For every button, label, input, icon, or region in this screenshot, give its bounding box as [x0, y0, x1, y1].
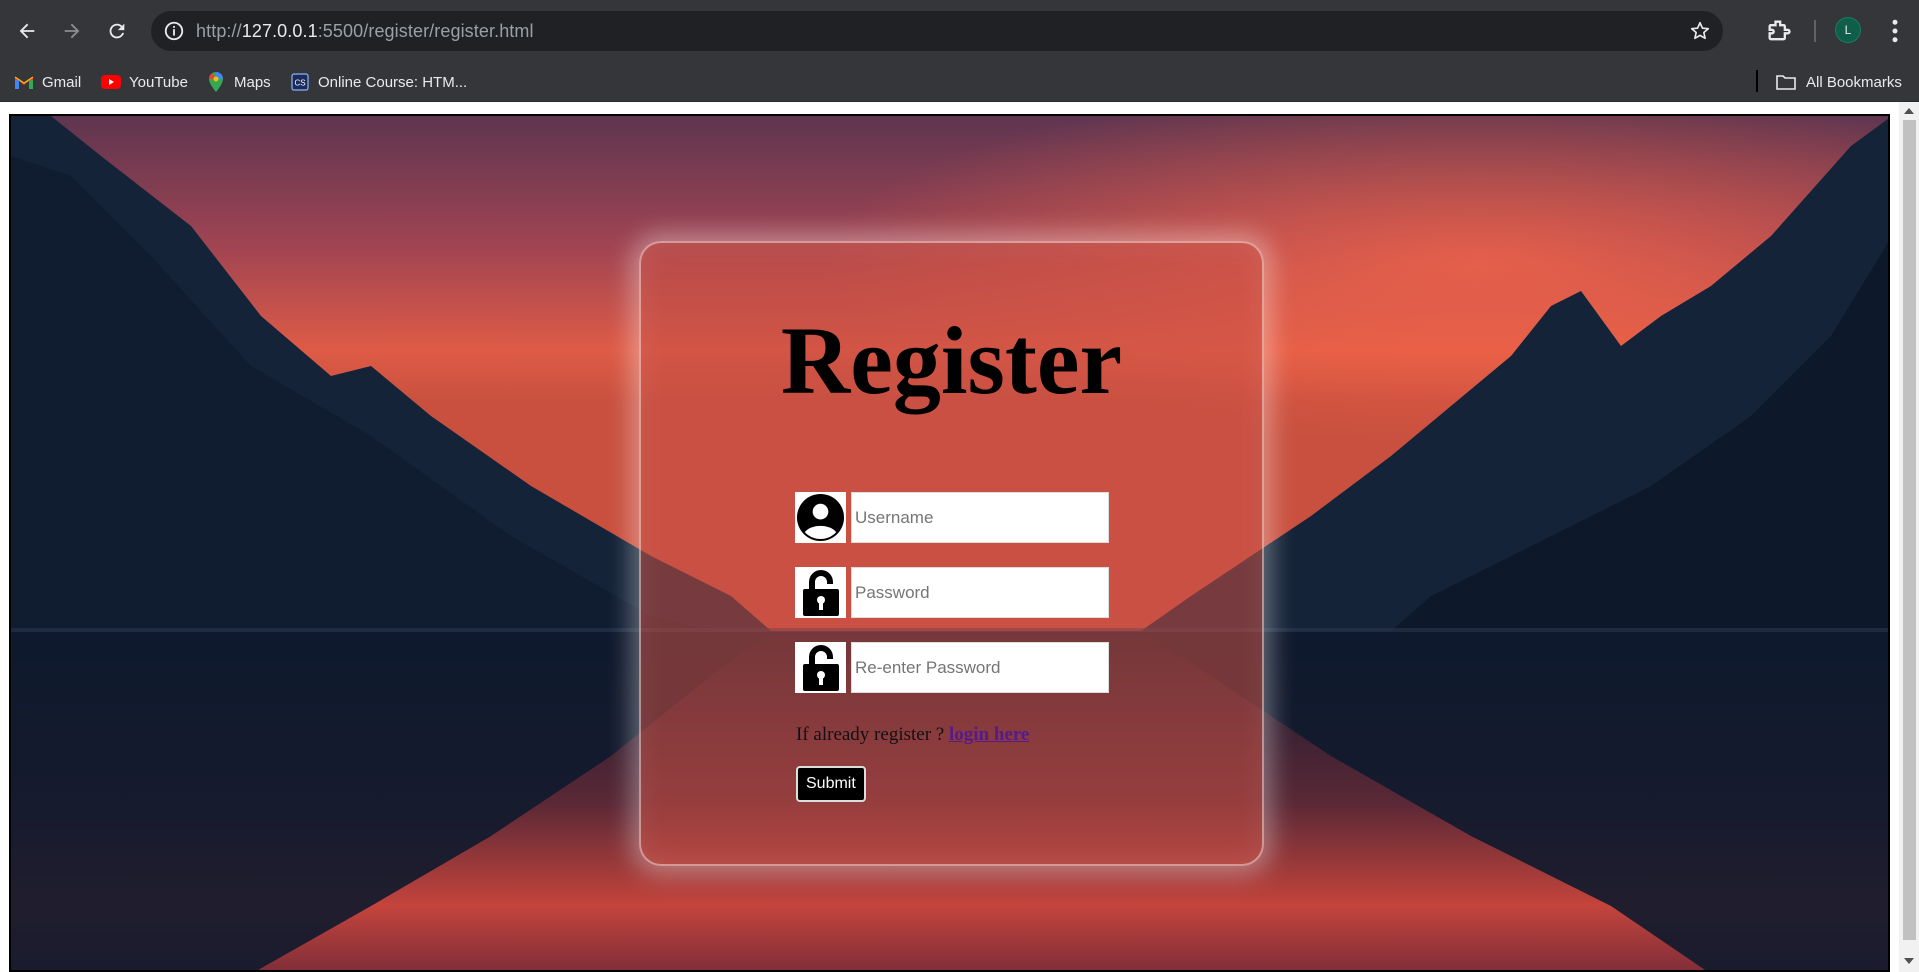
lock-icon: [795, 642, 846, 693]
bookmark-maps[interactable]: Maps: [206, 70, 271, 94]
bookmark-star-icon[interactable]: [1689, 20, 1711, 42]
extensions-icon[interactable]: [1765, 17, 1793, 45]
bookmark-label: Gmail: [42, 73, 82, 91]
browser-toolbar: http://127.0.0.1:5500/register/register.…: [0, 0, 1919, 62]
all-bookmarks-button[interactable]: All Bookmarks: [1776, 70, 1902, 94]
url-text: http://127.0.0.1:5500/register/register.…: [196, 21, 534, 41]
scroll-thumb[interactable]: [1903, 120, 1916, 940]
bookmark-label: Maps: [234, 73, 271, 91]
all-bookmarks-label: All Bookmarks: [1806, 73, 1902, 91]
bookmark-label: Online Course: HTM...: [318, 73, 468, 91]
address-bar[interactable]: http://127.0.0.1:5500/register/register.…: [151, 11, 1723, 51]
bookmarks-bar: Gmail YouTube Maps CS Online Course: HTM…: [0, 62, 1919, 102]
page-scrollbar[interactable]: [1899, 102, 1919, 972]
svg-text:CS: CS: [294, 79, 305, 88]
forward-button[interactable]: [55, 14, 89, 48]
register-page-background: Register Username If already register ? …: [9, 114, 1890, 972]
scroll-down-arrow-icon[interactable]: [1904, 958, 1914, 964]
back-arrow-icon: [19, 23, 35, 39]
course-icon: CS: [290, 72, 310, 92]
gmail-icon: [14, 72, 34, 92]
maps-icon: [206, 72, 226, 92]
login-prompt-text: If already register ?: [796, 724, 949, 745]
submit-button[interactable]: Submit: [796, 766, 866, 802]
register-title: Register: [780, 307, 1123, 414]
reload-icon: [109, 23, 125, 39]
bookmark-label: YouTube: [129, 73, 188, 91]
reload-button[interactable]: [100, 14, 134, 48]
register-card: Register Username If already register ? …: [639, 241, 1264, 866]
login-prompt: If already register ? login here: [796, 724, 1029, 746]
toolbar-divider: [1814, 20, 1816, 42]
folder-icon: [1776, 75, 1796, 90]
scroll-up-arrow-icon[interactable]: [1904, 108, 1914, 114]
reenter-password-input[interactable]: [851, 642, 1109, 693]
site-info-icon[interactable]: [163, 20, 185, 42]
login-here-link[interactable]: login here: [949, 724, 1029, 745]
profile-avatar[interactable]: L: [1835, 17, 1861, 43]
username-input[interactable]: [851, 492, 1109, 543]
user-icon: [795, 492, 846, 543]
bookmark-gmail[interactable]: Gmail: [14, 70, 81, 94]
browser-menu-icon[interactable]: [1880, 16, 1910, 46]
youtube-icon: [101, 72, 121, 92]
forward-arrow-icon: [64, 23, 80, 39]
page-viewport: Register Username If already register ? …: [0, 102, 1919, 972]
lock-icon: [795, 567, 846, 618]
bookmark-youtube[interactable]: YouTube: [101, 70, 188, 94]
password-input[interactable]: [851, 567, 1109, 618]
back-button[interactable]: [10, 14, 44, 48]
bookmarks-divider: [1756, 70, 1758, 92]
bookmark-online-course[interactable]: CS Online Course: HTM...: [290, 70, 467, 94]
